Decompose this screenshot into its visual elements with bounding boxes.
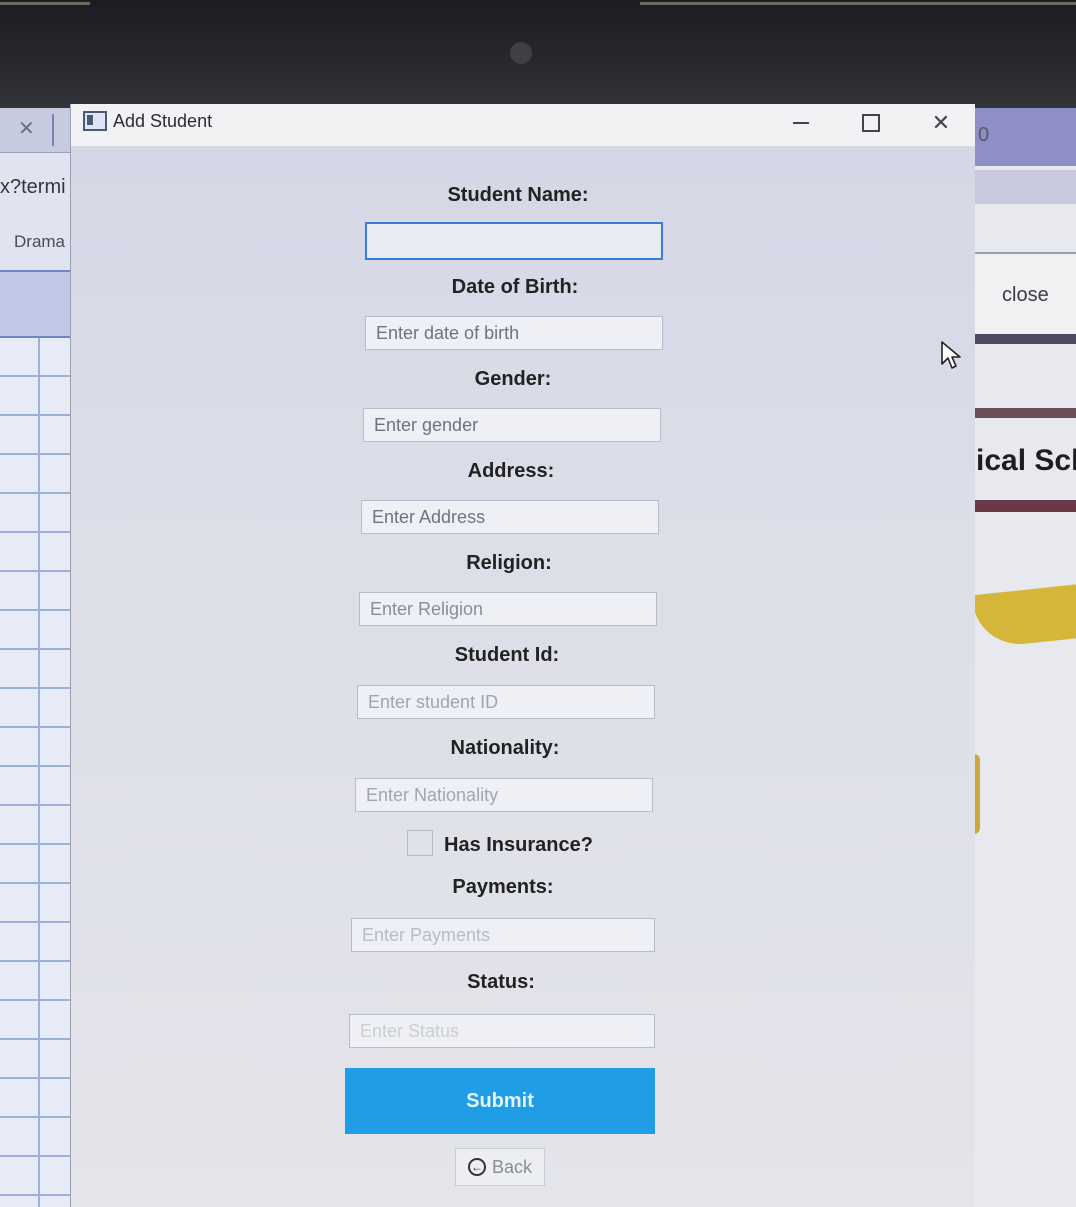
address-label: Address: xyxy=(467,460,555,482)
religion-label: Religion: xyxy=(466,552,552,574)
status-input[interactable] xyxy=(349,1014,655,1048)
app-window-icon xyxy=(83,111,107,131)
submit-button[interactable]: Submit xyxy=(345,1068,655,1134)
background-browser-left: ✕ x?termi Drama xyxy=(0,108,72,1207)
minimize-button[interactable] xyxy=(781,108,821,138)
gender-input[interactable] xyxy=(363,408,661,442)
background-table-rows xyxy=(0,338,72,1207)
bezel-edge xyxy=(640,2,1076,5)
date-of-birth-input[interactable] xyxy=(365,316,663,350)
background-divider xyxy=(972,408,1076,418)
has-insurance-checkbox[interactable] xyxy=(407,830,433,856)
gender-label: Gender: xyxy=(474,368,552,390)
student-id-input[interactable] xyxy=(357,685,655,719)
has-insurance-label: Has Insurance? xyxy=(444,834,593,856)
window-title: Add Student xyxy=(113,111,213,131)
close-icon[interactable]: ✕ xyxy=(18,116,35,141)
date-of-birth-label: Date of Birth: xyxy=(451,276,579,298)
background-count: 0 xyxy=(978,124,990,146)
minimize-icon xyxy=(793,122,809,124)
payments-input[interactable] xyxy=(351,918,655,952)
address-input[interactable] xyxy=(361,500,659,534)
background-url-text: x?termi xyxy=(0,176,66,198)
background-heading: ical Sch xyxy=(976,444,1076,477)
student-name-label: Student Name: xyxy=(447,184,589,206)
close-icon: ✕ xyxy=(931,110,951,135)
background-divider xyxy=(972,334,1076,344)
nationality-label: Nationality: xyxy=(450,737,560,759)
maximize-icon xyxy=(862,114,880,132)
back-button[interactable]: ← Back xyxy=(455,1148,545,1186)
monitor-bezel xyxy=(0,0,1076,108)
background-decoration xyxy=(972,580,1076,650)
student-id-label: Student Id: xyxy=(454,644,560,666)
webcam xyxy=(510,42,532,64)
background-toolbar-strip xyxy=(972,170,1076,204)
student-name-input[interactable] xyxy=(365,222,663,260)
mouse-cursor-icon xyxy=(941,341,961,369)
maximize-button[interactable] xyxy=(851,108,891,138)
background-divider xyxy=(972,500,1076,512)
close-window-button[interactable]: ✕ xyxy=(921,108,961,138)
background-nav-bar xyxy=(0,270,72,338)
tab-divider xyxy=(52,114,54,146)
payments-label: Payments: xyxy=(452,876,554,898)
status-label: Status: xyxy=(467,971,535,993)
background-close-button[interactable]: close xyxy=(1002,284,1049,307)
back-button-label: Back xyxy=(491,1156,533,1177)
religion-input[interactable] xyxy=(359,592,657,626)
background-menu-item[interactable]: Drama xyxy=(14,232,65,252)
background-table-divider xyxy=(38,338,40,1207)
add-student-window: Add Student ✕ Student Name: Date of Birt… xyxy=(70,104,975,1207)
background-page-right: 0 close ical Sch xyxy=(972,108,1076,1207)
window-title-bar[interactable]: Add Student ✕ xyxy=(71,104,975,146)
back-arrow-icon: ← xyxy=(467,1158,486,1176)
nationality-input[interactable] xyxy=(355,778,653,812)
background-tab-bar: ✕ xyxy=(0,108,72,153)
bezel-edge xyxy=(0,2,90,5)
